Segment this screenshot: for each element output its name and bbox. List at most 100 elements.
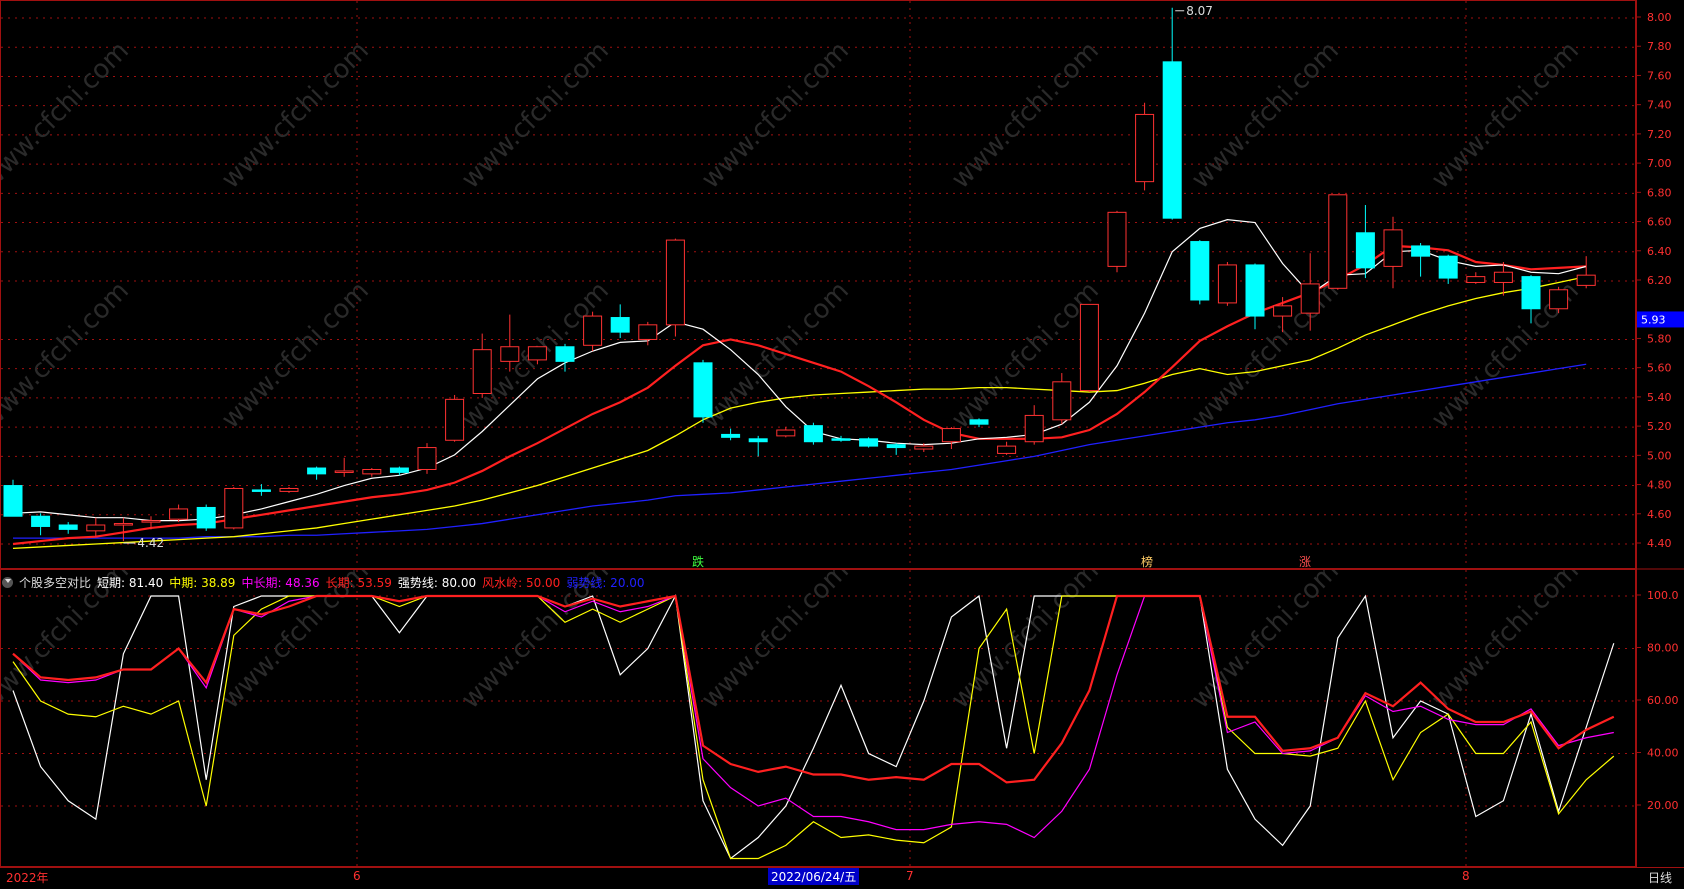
price-axis-label: 7.20 — [1647, 128, 1672, 141]
candle[interactable] — [1190, 240, 1210, 305]
candle[interactable] — [555, 343, 575, 372]
indicator-name[interactable]: 个股多空对比 — [19, 574, 91, 591]
candle[interactable] — [1549, 286, 1569, 314]
candle[interactable] — [31, 513, 51, 536]
price-chart-panel[interactable]: www.cfchi.com www.cfchi.com www.cfchi.com w… — [0, 0, 1637, 570]
candle[interactable] — [1162, 7, 1182, 220]
watermark-text: www.cfchi.com — [216, 36, 375, 195]
price-axis-label: 6.80 — [1647, 186, 1672, 199]
indicator-axis-label: 80.00 — [1647, 642, 1679, 655]
candle-body-down — [58, 524, 78, 530]
candle[interactable] — [1411, 243, 1431, 277]
marker-bang: 榜 — [1141, 554, 1153, 569]
price-axis-label: 7.40 — [1647, 99, 1672, 112]
marker-zhang: 涨 — [1299, 554, 1311, 569]
period-label[interactable]: 日线 — [1648, 869, 1672, 886]
candle-body-down — [1411, 245, 1431, 257]
candle[interactable] — [472, 333, 492, 398]
indicator-chart-panel[interactable]: www.cfchi.com www.cfchi.com www.cfchi.com w… — [0, 569, 1637, 868]
candle[interactable] — [362, 468, 382, 477]
candle[interactable] — [1107, 210, 1127, 273]
candle[interactable] — [803, 422, 823, 445]
high-price-label: 8.07 — [1186, 4, 1213, 18]
candle-body-up — [1024, 414, 1044, 443]
candle-body-down — [1162, 61, 1182, 219]
candle[interactable] — [610, 304, 630, 338]
candle-body-up — [86, 524, 106, 532]
candle-body-down — [389, 467, 409, 473]
price-axis: 8.00 7.80 7.60 7.40 7.20 7.00 6.80 6.60 6.40 6.20… — [1636, 0, 1684, 885]
candle[interactable] — [58, 522, 78, 534]
candle[interactable] — [1576, 256, 1596, 289]
candle[interactable] — [1135, 102, 1155, 191]
month-6-label: 6 — [353, 869, 361, 883]
candle-body-down — [196, 506, 216, 529]
candle[interactable] — [859, 437, 879, 448]
candle[interactable] — [748, 435, 768, 457]
osc-mid-line — [12, 595, 1615, 860]
candle-body-up — [1493, 271, 1513, 283]
candle-body-up — [1328, 194, 1348, 289]
price-axis-label: 5.00 — [1647, 449, 1672, 462]
watermark-text: www.cfchi.com — [696, 570, 855, 715]
price-chart-svg[interactable]: www.cfchi.com www.cfchi.com www.cfchi.com w… — [1, 1, 1637, 570]
price-axis-label: 5.80 — [1647, 332, 1672, 345]
candle[interactable] — [941, 427, 961, 450]
legend-long: 长期: 53.59 — [325, 575, 392, 590]
candle[interactable] — [279, 487, 299, 493]
indicator-axis-label: 100.0 — [1647, 589, 1679, 602]
current-price-label: 5.93 — [1641, 313, 1666, 326]
candle[interactable] — [3, 479, 23, 517]
candle[interactable] — [196, 504, 216, 531]
legend-midlong: 中长期: 48.36 — [241, 575, 320, 590]
candle[interactable] — [1079, 303, 1099, 393]
candle[interactable] — [1355, 205, 1375, 279]
price-axis-label: 6.60 — [1647, 216, 1672, 229]
watermark-text: www.cfchi.com — [456, 570, 615, 715]
candle-body-up — [1466, 276, 1486, 283]
candle[interactable] — [1438, 254, 1458, 284]
candle[interactable] — [665, 238, 685, 337]
candle-body-down — [1190, 241, 1210, 301]
candle[interactable] — [169, 504, 189, 523]
candle-body-up — [113, 523, 133, 526]
candle[interactable] — [224, 487, 244, 530]
price-axis-label: 4.80 — [1647, 479, 1672, 492]
indicator-chart-svg[interactable]: www.cfchi.com www.cfchi.com www.cfchi.com w… — [1, 570, 1637, 868]
candle[interactable] — [1466, 272, 1486, 284]
candle-body-down — [859, 438, 879, 447]
candle[interactable] — [307, 466, 327, 480]
candle-body-up — [224, 487, 244, 529]
candle[interactable] — [997, 441, 1017, 455]
candle-body-up — [169, 508, 189, 520]
candle[interactable] — [721, 428, 741, 441]
candle[interactable] — [86, 517, 106, 537]
candle-body-up — [417, 447, 437, 470]
candle-body-up — [1300, 283, 1320, 314]
candle[interactable] — [1245, 263, 1265, 330]
candle[interactable] — [776, 427, 796, 438]
ma5-line — [12, 219, 1587, 522]
candle-body-down — [1245, 264, 1265, 317]
watermark-text: www.cfchi.com — [216, 570, 375, 715]
candle[interactable] — [417, 443, 437, 474]
candle-body-down — [831, 438, 851, 441]
indicator-axis-label: 20.00 — [1647, 799, 1679, 812]
watermark-text: www.cfchi.com — [216, 276, 375, 435]
candle-body-up — [941, 428, 961, 443]
candle[interactable] — [1383, 216, 1403, 289]
candle-body-up — [1383, 229, 1403, 267]
candle-body-up — [500, 346, 520, 362]
candle[interactable] — [886, 443, 906, 455]
candle[interactable] — [583, 311, 603, 352]
candle[interactable] — [1217, 262, 1237, 306]
dropdown-icon[interactable] — [2, 576, 13, 588]
candle[interactable] — [1328, 194, 1348, 290]
price-axis-label: 6.40 — [1647, 245, 1672, 258]
candle[interactable] — [1024, 405, 1044, 445]
candle[interactable] — [445, 394, 465, 442]
candle-body-down — [1521, 276, 1541, 310]
candle[interactable] — [334, 457, 354, 477]
candle[interactable] — [693, 359, 713, 423]
candle[interactable] — [1052, 373, 1072, 425]
